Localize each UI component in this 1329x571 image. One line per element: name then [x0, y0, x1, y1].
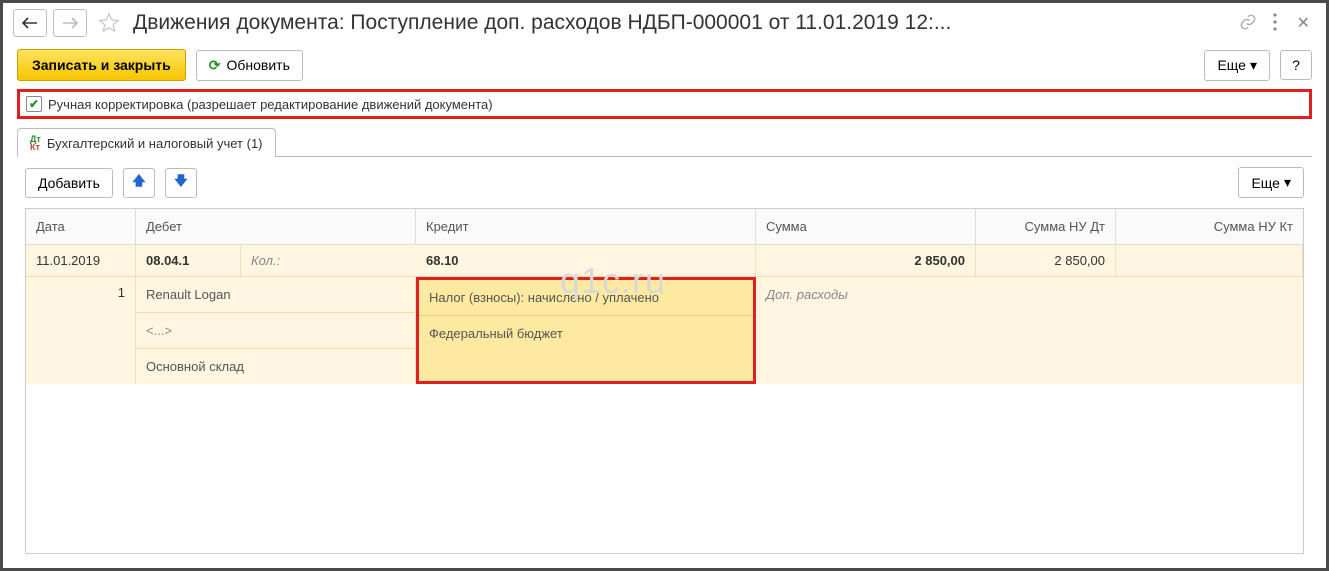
tab-label: Бухгалтерский и налоговый учет (1) [47, 136, 263, 151]
move-down-button[interactable]: 🡇 [165, 168, 197, 198]
command-bar: Записать и закрыть ⟳ Обновить Еще ▾ ? [3, 43, 1326, 87]
title-bar: Движения документа: Поступление доп. рас… [3, 3, 1326, 43]
favorite-star-icon[interactable] [97, 11, 121, 35]
add-button[interactable]: Добавить [25, 168, 113, 198]
grid-toolbar: Добавить 🡅 🡇 Еще ▾ [3, 157, 1326, 208]
dt-kt-icon: ДтКт [30, 135, 41, 151]
arrow-up-icon: 🡅 [132, 172, 145, 194]
nav-back-button[interactable] [13, 9, 47, 37]
cell-sum-nu-dt[interactable]: 2 850,00 [976, 245, 1116, 276]
sum-note-cell[interactable]: Доп. расходы [756, 277, 976, 384]
col-credit[interactable]: Кредит [416, 209, 756, 244]
kebab-menu-icon[interactable] [1273, 13, 1277, 34]
credit-subconto-column: Налог (взносы): начислено / уплачено Фед… [416, 277, 756, 384]
grid-header: Дата Дебет Кредит Сумма Сумма НУ Дт Сумм… [26, 209, 1303, 245]
cell-debit-qty-label[interactable]: Кол.: [241, 245, 416, 276]
help-button[interactable]: ? [1280, 50, 1312, 80]
refresh-button[interactable]: ⟳ Обновить [196, 50, 303, 81]
cell-debit-account[interactable]: 08.04.1 [136, 245, 241, 276]
window-title: Движения документа: Поступление доп. рас… [133, 11, 1227, 35]
grid-body: 11.01.2019 08.04.1 Кол.: 68.10 2 850,00 … [26, 245, 1303, 553]
move-up-button[interactable]: 🡅 [123, 168, 155, 198]
manual-adjust-row: ✔ Ручная корректировка (разрешает редакт… [17, 89, 1312, 119]
cell-row-number: 1 [26, 277, 136, 308]
credit-subconto-2[interactable]: Федеральный бюджет [419, 316, 753, 381]
refresh-icon: ⟳ [209, 57, 221, 74]
credit-subconto-1[interactable]: Налог (взносы): начислено / уплачено [419, 280, 753, 316]
entry-row-header[interactable]: 11.01.2019 08.04.1 Кол.: 68.10 2 850,00 … [26, 245, 1303, 277]
chevron-down-icon: ▾ [1250, 57, 1257, 74]
cell-sum-nu-kt[interactable] [1116, 245, 1303, 276]
chevron-down-icon: ▾ [1284, 174, 1291, 191]
manual-adjust-checkbox[interactable]: ✔ [26, 96, 42, 112]
tab-accounting[interactable]: ДтКт Бухгалтерский и налоговый учет (1) [17, 128, 276, 157]
nav-forward-button[interactable] [53, 9, 87, 37]
debit-subconto-column: Renault Logan <...> Основной склад [136, 277, 416, 384]
entries-grid: Дата Дебет Кредит Сумма Сумма НУ Дт Сумм… [25, 208, 1304, 554]
save-and-close-button[interactable]: Записать и закрыть [17, 49, 186, 81]
more-button-top[interactable]: Еще ▾ [1204, 50, 1270, 81]
tabs-bar: ДтКт Бухгалтерский и налоговый учет (1) [17, 127, 1312, 157]
refresh-label: Обновить [226, 57, 289, 73]
debit-subconto-1[interactable]: Renault Logan [136, 277, 416, 313]
arrow-left-icon [22, 17, 38, 29]
manual-adjust-label: Ручная корректировка (разрешает редактир… [48, 97, 493, 112]
entry-subrows: 1 Renault Logan <...> Основной склад Нал… [26, 277, 1303, 384]
arrow-down-icon: 🡇 [174, 172, 187, 194]
cell-date[interactable]: 11.01.2019 [26, 245, 136, 276]
col-sum-nu-kt[interactable]: Сумма НУ Кт [1116, 209, 1303, 244]
link-icon[interactable] [1239, 13, 1257, 34]
col-sum-nu-dt[interactable]: Сумма НУ Дт [976, 209, 1116, 244]
cell-sum[interactable]: 2 850,00 [756, 245, 976, 276]
more-button-grid[interactable]: Еще ▾ [1238, 167, 1304, 198]
arrow-right-icon [62, 17, 78, 29]
col-debit[interactable]: Дебет [136, 209, 416, 244]
col-sum[interactable]: Сумма [756, 209, 976, 244]
cell-credit-account[interactable]: 68.10 [416, 245, 756, 276]
check-icon: ✔ [29, 97, 39, 111]
close-button[interactable]: ✕ [1297, 13, 1310, 33]
debit-subconto-2[interactable]: <...> [136, 313, 416, 349]
col-date[interactable]: Дата [26, 209, 136, 244]
debit-subconto-3[interactable]: Основной склад [136, 349, 416, 384]
document-window: Движения документа: Поступление доп. рас… [0, 0, 1329, 571]
